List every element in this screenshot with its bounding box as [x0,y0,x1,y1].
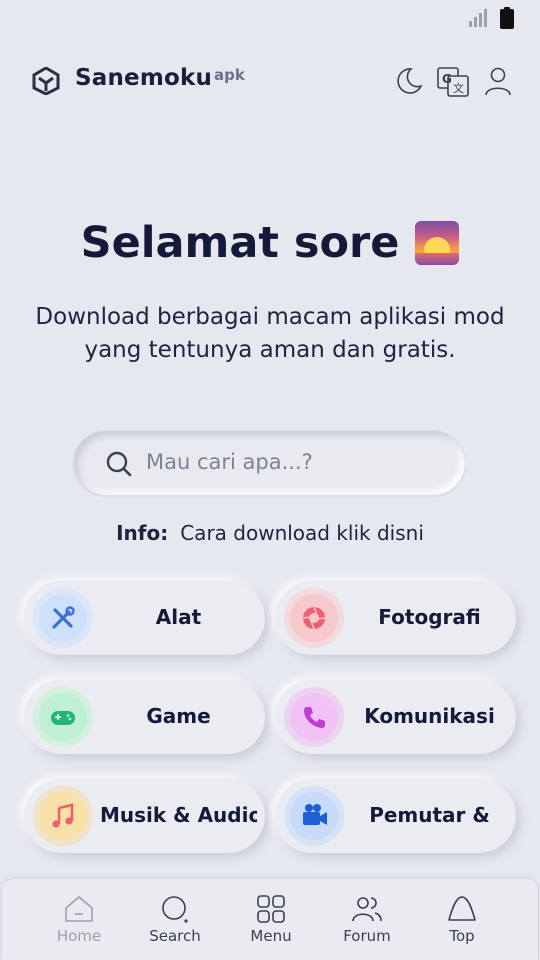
search-input[interactable]: Mau cari apa...? [73,430,466,496]
nav-home[interactable]: Home [39,893,119,945]
video-camera-icon [290,792,338,840]
greeting-heading: Selamat sore [0,218,540,268]
info-line: Info: Cara download klik disni [0,521,540,545]
home-icon [65,896,93,922]
search-icon [162,896,188,923]
greeting-text: Selamat sore [80,218,400,268]
nav-label: Search [149,927,201,945]
nav-search[interactable]: Search [135,893,215,945]
status-bar [0,0,540,36]
nav-forum[interactable]: Forum [327,893,407,945]
logo-icon[interactable] [32,67,60,95]
music-note-icon [39,792,87,840]
svg-text:文: 文 [453,81,464,95]
svg-text:G: G [442,72,452,86]
nav-label: Home [56,927,102,945]
category-label: Musik & Audio [100,803,257,827]
info-label: Info: [116,521,169,545]
sunset-icon [415,221,460,265]
category-komunikasi[interactable]: Komunikasi [275,680,516,754]
nav-label: Top [449,927,475,945]
category-label: Pemutar & [369,803,490,827]
nav-top[interactable]: Top [422,893,502,945]
nav-label: Menu [250,927,292,945]
gamepad-icon [39,693,87,741]
subtitle: Download berbagai macam aplikasi mod yan… [35,304,505,363]
camera-aperture-icon [290,594,338,642]
chevron-up-icon [448,896,476,921]
category-pemutar[interactable]: Pemutar & [275,779,516,853]
brand-suffix: apk [214,66,245,84]
nav-menu[interactable]: Menu [231,893,311,945]
info-link[interactable]: Cara download klik disni [180,521,424,545]
category-alat[interactable]: Alat [24,581,265,655]
translate-icon[interactable]: G 文 [436,64,470,98]
category-musik-audio[interactable]: Musik & Audio [24,779,265,853]
category-fotografi[interactable]: Fotografi [275,581,516,655]
phone-icon [290,693,338,741]
category-label: Game [146,704,211,728]
category-game[interactable]: Game [24,680,265,754]
header: Sanemoku apk G 文 [0,58,540,104]
search-icon [106,451,132,477]
tools-icon [39,594,87,642]
category-label: Komunikasi [364,704,495,728]
user-icon[interactable] [481,64,515,98]
battery-icon [500,7,514,29]
brand-name[interactable]: Sanemoku [75,65,212,91]
category-label: Fotografi [378,605,481,629]
users-icon [352,897,382,922]
signal-icon [469,9,487,27]
moon-icon[interactable] [391,64,425,98]
grid-icon [257,895,285,923]
category-label: Alat [155,605,202,629]
nav-label: Forum [343,927,391,945]
search-placeholder: Mau cari apa...? [146,450,313,474]
bottom-nav: Home Search Menu Forum Top [1,878,539,960]
